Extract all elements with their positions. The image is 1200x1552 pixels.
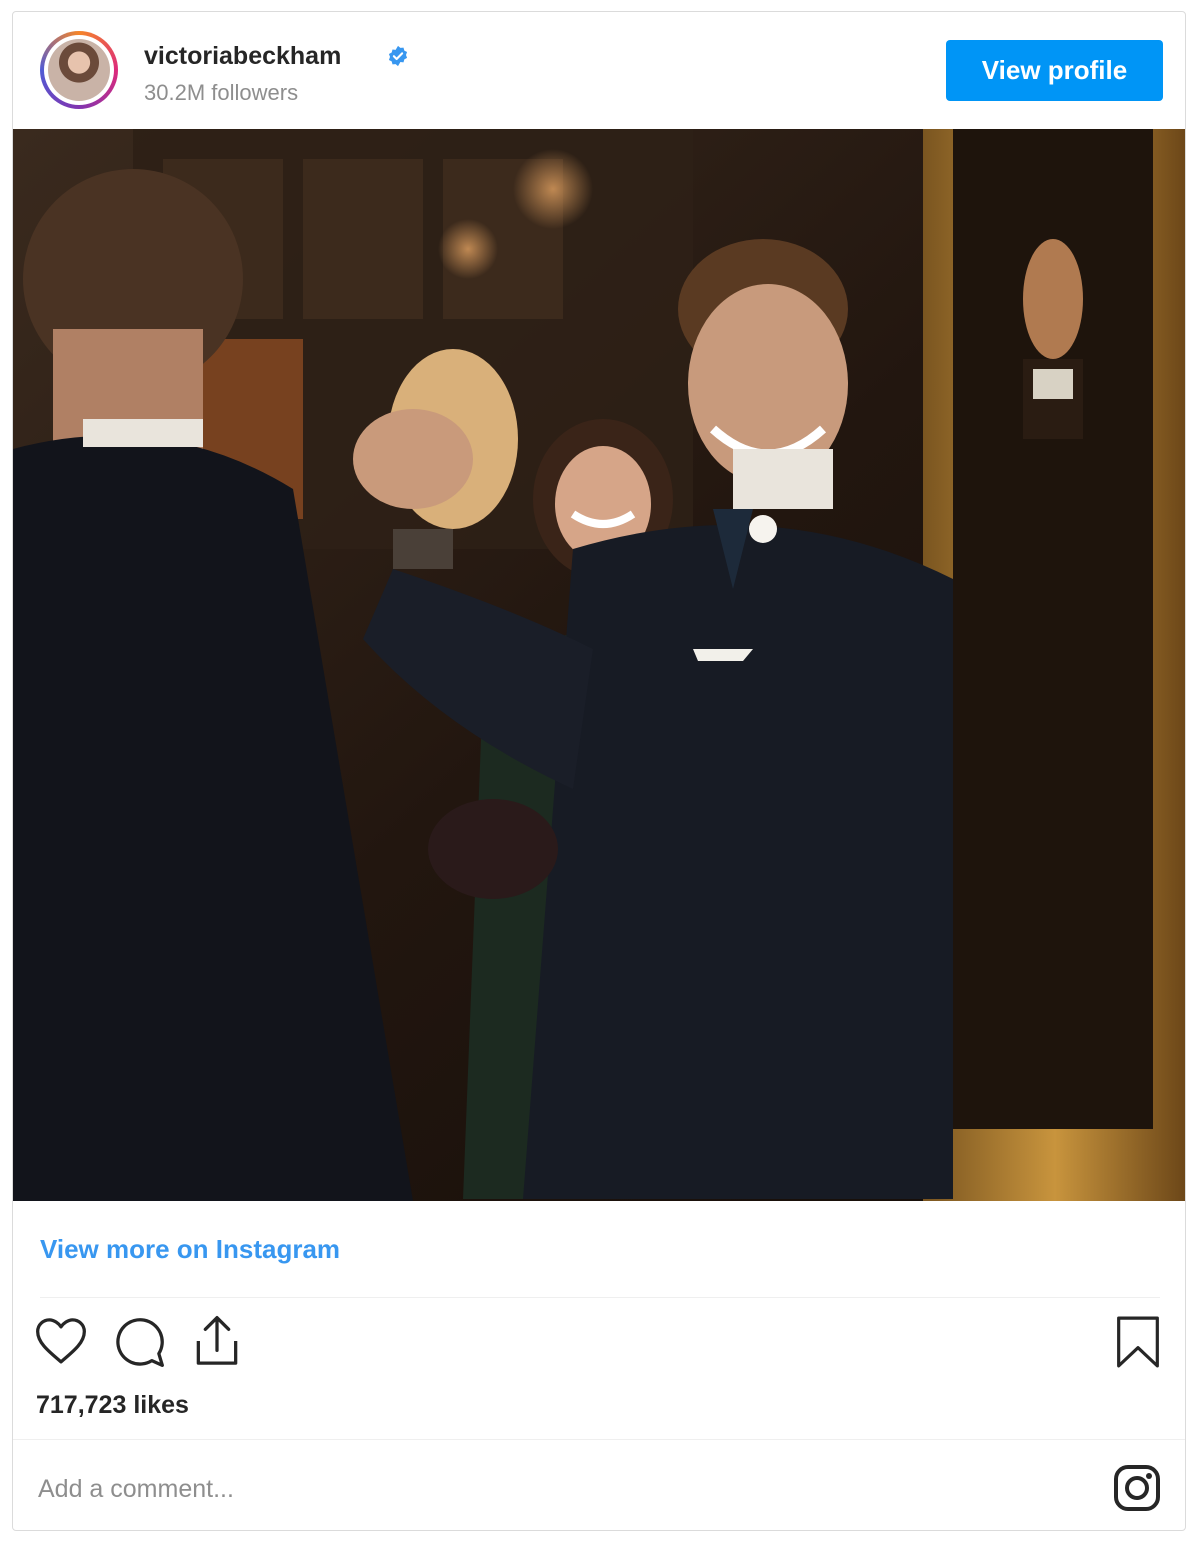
comment-box — [13, 1439, 1185, 1530]
post-header: victoriabeckham 30.2M followers View pro… — [13, 12, 1185, 129]
avatar-image — [48, 39, 110, 101]
share-icon[interactable] — [189, 1312, 245, 1370]
view-more-on-instagram-link[interactable]: View more on Instagram — [40, 1234, 340, 1265]
heart-icon[interactable] — [33, 1314, 89, 1370]
divider — [40, 1297, 1160, 1298]
verified-badge-icon — [388, 45, 408, 67]
view-profile-button[interactable]: View profile — [946, 40, 1163, 101]
comment-input[interactable] — [36, 1470, 940, 1508]
bookmark-icon[interactable] — [1113, 1314, 1163, 1370]
follower-count: 30.2M followers — [144, 80, 299, 105]
like-count: 717,723 likes — [36, 1391, 189, 1419]
post-photo-image — [13, 129, 1185, 1201]
instagram-embed-card: victoriabeckham 30.2M followers View pro… — [12, 11, 1186, 1531]
avatar[interactable] — [40, 31, 118, 109]
instagram-logo-icon[interactable] — [1113, 1464, 1161, 1512]
post-photo[interactable] — [13, 129, 1185, 1201]
username[interactable]: victoriabeckham — [144, 42, 341, 71]
comment-icon[interactable] — [110, 1314, 168, 1370]
